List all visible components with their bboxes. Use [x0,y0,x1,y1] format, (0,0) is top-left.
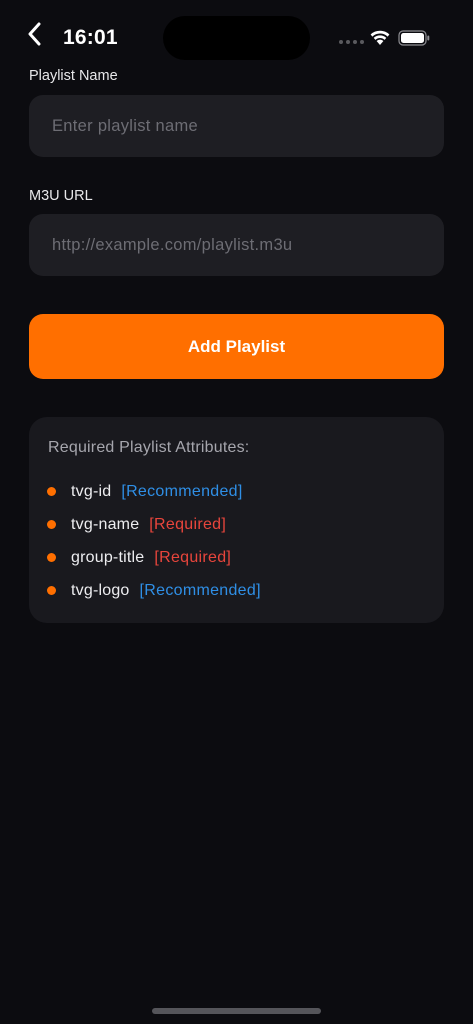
bullet-icon [47,553,56,562]
m3u-url-label: M3U URL [29,188,93,204]
wifi-icon [370,30,390,45]
attribute-tag: [Required] [154,548,232,566]
add-playlist-button[interactable]: Add Playlist [29,314,444,379]
playlist-name-input[interactable] [29,95,444,157]
bullet-icon [47,586,56,595]
attribute-name: tvg-logo [71,581,130,599]
list-item: tvg-logo [Recommended] [47,574,261,607]
list-item: group-title [Required] [47,541,261,574]
bullet-icon [47,487,56,496]
home-indicator[interactable] [152,1008,321,1014]
attribute-name: tvg-id [71,482,112,500]
battery-icon [398,30,430,46]
attribute-tag: [Recommended] [121,482,243,500]
attribute-list: tvg-id [Recommended] tvg-name [Required]… [47,475,261,607]
chevron-left-icon [28,22,41,46]
m3u-url-input[interactable] [29,214,444,276]
list-item: tvg-id [Recommended] [47,475,261,508]
attribute-tag: [Recommended] [139,581,261,599]
back-button[interactable] [22,18,46,50]
attributes-info-card: Required Playlist Attributes: tvg-id [Re… [29,417,444,623]
info-card-title: Required Playlist Attributes: [48,439,250,456]
attribute-name: group-title [71,548,145,566]
cellular-signal-icon [339,40,364,44]
bullet-icon [47,520,56,529]
attribute-tag: [Required] [149,515,227,533]
dynamic-island [163,16,310,60]
status-bar: 16:01 [0,0,473,70]
add-playlist-screen: 16:01 Playlist Name M3U URL Add Playlist… [0,0,473,1024]
attribute-name: tvg-name [71,515,140,533]
status-time: 16:01 [63,26,118,49]
list-item: tvg-name [Required] [47,508,261,541]
playlist-name-label: Playlist Name [29,68,118,84]
